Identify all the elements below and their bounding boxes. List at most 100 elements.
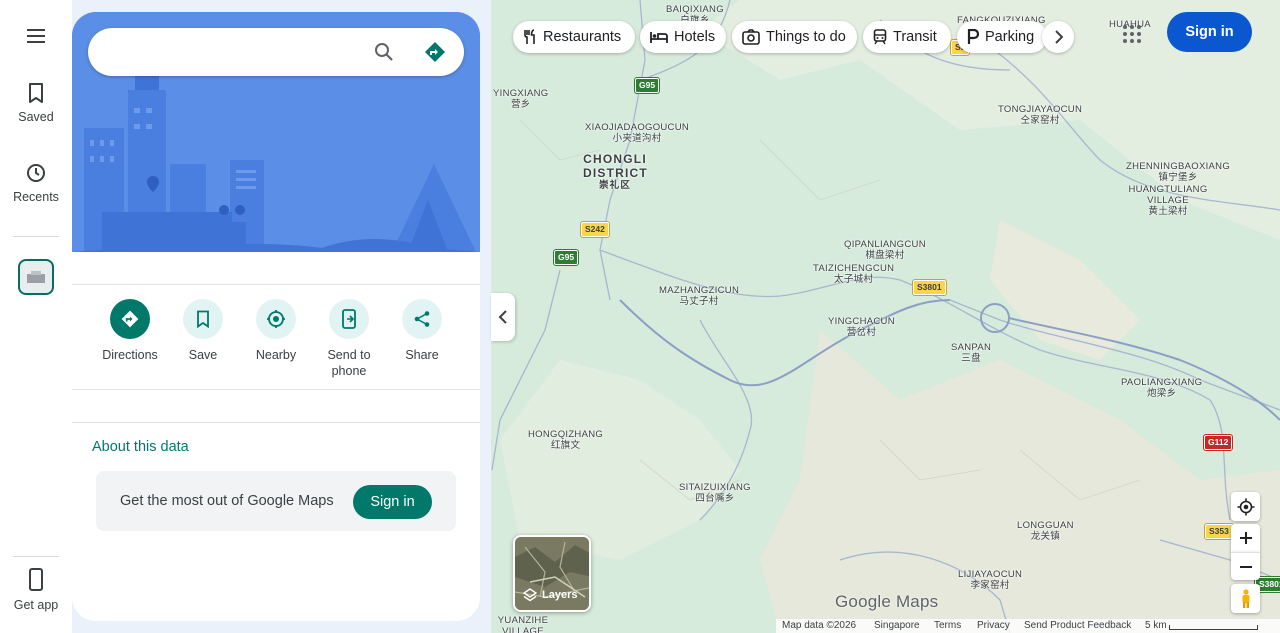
action-label: Nearby: [255, 348, 297, 362]
chip-label: Things to do: [766, 29, 846, 45]
map-place-label: QIPANLIANGCUN 棋盘梁村: [844, 239, 926, 261]
action-label: Save: [188, 348, 218, 362]
layers-label-group: Layers: [523, 588, 577, 602]
search-input[interactable]: [106, 40, 366, 64]
highway-shield: G95: [633, 77, 661, 94]
bookmark-icon: [197, 310, 209, 328]
map-place-label: HUANGTULIANG VILLAGE 黄土梁村: [1128, 184, 1208, 217]
scale-bar[interactable]: [1169, 625, 1258, 630]
signin-promo: Get the most out of Google Maps Sign in: [96, 471, 456, 531]
directions-icon[interactable]: [423, 40, 447, 64]
map-data-attribution: Map data ©2026: [782, 620, 857, 631]
map-place-label: ZHENNINGBAOXIANG 镇宁堡乡: [1126, 161, 1231, 183]
map-place-label: YINGCHACUN 营岔村: [828, 316, 895, 338]
save-button[interactable]: Save: [168, 299, 238, 363]
get-app-button[interactable]: Get app: [0, 568, 72, 612]
map-place-label: XIAOJIADAOGOUCUN 小夹道沟村: [585, 122, 690, 144]
chip-restaurants[interactable]: Restaurants: [513, 21, 635, 53]
saved-button[interactable]: Saved: [0, 82, 72, 124]
nearby-icon: [267, 310, 285, 328]
history-icon: [27, 164, 45, 182]
minus-icon: [1239, 565, 1252, 568]
highway-shield: S3801: [912, 279, 947, 296]
chip-hotels[interactable]: Hotels: [640, 21, 726, 53]
layers-button[interactable]: Layers: [513, 535, 591, 612]
phone-icon: [29, 568, 43, 591]
action-label: Send to phone: [327, 348, 371, 378]
chip-label: Hotels: [674, 29, 716, 45]
action-label: Share: [405, 348, 439, 362]
map-place-label: PAOLIANGXIANG 炮梁乡: [1121, 377, 1203, 399]
header-signin-button[interactable]: Sign in: [1167, 12, 1252, 52]
map-place-label: LONGGUAN 龙关镇: [1017, 520, 1074, 542]
directions-icon: [121, 310, 139, 328]
my-location-button[interactable]: [1231, 492, 1260, 521]
chip-label: Parking: [985, 29, 1035, 45]
highway-shield: G95: [552, 249, 580, 266]
chip-things-to-do[interactable]: Things to do: [732, 21, 857, 53]
promo-text: Get the most out of Google Maps: [120, 493, 334, 509]
search-icon[interactable]: [372, 40, 396, 64]
map-place-label: SANPAN 三盘: [951, 342, 992, 364]
share-icon: [414, 311, 430, 327]
privacy-link[interactable]: Privacy: [977, 620, 1010, 631]
parking-icon: [967, 29, 979, 44]
highway-shield: S353: [1204, 523, 1234, 540]
menu-button[interactable]: [0, 26, 72, 52]
chip-label: Restaurants: [543, 29, 622, 45]
left-rail: Saved Recents Get app: [0, 0, 72, 633]
nearby-button[interactable]: Nearby: [241, 299, 311, 363]
section-divider: [72, 284, 480, 285]
send-to-phone-button[interactable]: Send to phone: [314, 299, 384, 379]
chevron-left-icon: [498, 310, 507, 324]
action-label: Directions: [102, 348, 158, 362]
layers-icon: [523, 588, 537, 602]
train-icon: [873, 29, 887, 45]
get-app-label: Get app: [13, 598, 59, 612]
recents-button[interactable]: Recents: [0, 162, 72, 204]
collapse-panel-button[interactable]: [491, 293, 515, 341]
street-view-pegman[interactable]: [1231, 584, 1260, 613]
map-place-label: YINGXIANG 营乡: [493, 88, 549, 110]
plus-icon: [1239, 532, 1252, 544]
map-place-label: MAZHANGZICUN 马丈子村: [659, 285, 740, 307]
map-district-label: CHONGLI DISTRICT 崇礼区: [583, 152, 648, 191]
map-place-label: HONGQIZHANG 红旗文: [528, 429, 604, 451]
chips-next-button[interactable]: [1042, 21, 1074, 53]
send-to-phone-icon: [342, 309, 356, 329]
recent-place-thumbnail[interactable]: [18, 259, 54, 295]
rail-divider: [13, 556, 59, 557]
place-thumbnail-icon: [27, 271, 45, 283]
highway-shield: G112: [1202, 434, 1234, 451]
terms-link[interactable]: Terms: [934, 620, 961, 631]
bookmark-icon: [29, 83, 43, 103]
zoom-in-button[interactable]: [1231, 524, 1260, 552]
side-panel: Directions Save Nearby Send to phone Sha…: [72, 0, 491, 633]
map-place-label: TONGJIAYAOCUN 仝家窑村: [998, 104, 1083, 126]
chip-parking[interactable]: Parking: [957, 21, 1047, 53]
chip-transit[interactable]: Transit: [863, 21, 951, 53]
zoom-out-button[interactable]: [1231, 552, 1260, 580]
map-place-label: SITAIZUIXIANG 四台嘴乡: [679, 482, 751, 504]
directions-button[interactable]: Directions: [95, 299, 165, 363]
region-link[interactable]: Singapore: [874, 620, 920, 631]
send-feedback-link[interactable]: Send Product Feedback: [1024, 620, 1131, 631]
place-card: Directions Save Nearby Send to phone Sha…: [72, 12, 480, 621]
scale-label[interactable]: 5 km: [1145, 620, 1167, 631]
apps-grid-icon[interactable]: [1120, 22, 1144, 46]
fork-knife-icon: [524, 29, 535, 44]
map-place-label: YUANZIHE VILLAGE: [497, 615, 549, 633]
about-data-link[interactable]: About this data: [92, 439, 189, 455]
promo-signin-button[interactable]: Sign in: [353, 485, 432, 519]
chip-label: Transit: [893, 29, 937, 45]
search-box: [88, 28, 464, 76]
map-place-label: TAIZICHENGCUN 太子城村: [813, 263, 895, 285]
share-button[interactable]: Share: [387, 299, 457, 363]
menu-icon: [27, 29, 45, 43]
saved-label: Saved: [18, 110, 54, 124]
google-maps-logo: Google Maps: [835, 592, 939, 611]
my-location-icon: [1237, 498, 1254, 515]
chevron-right-icon: [1055, 30, 1063, 44]
pegman-icon: [1242, 588, 1249, 608]
bed-icon: [650, 32, 668, 43]
